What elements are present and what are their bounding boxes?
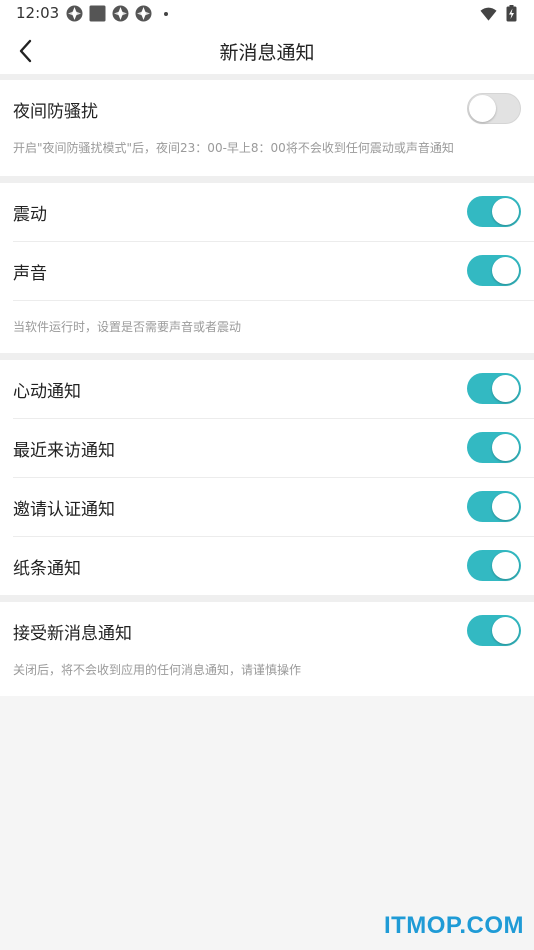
toggle-knob [492,375,519,402]
app-notification-icon [66,5,83,22]
toggle-knob [492,434,519,461]
night-mode-row: 夜间防骚扰 [13,80,534,138]
watermark-logo: ITMOP.COM [383,912,524,939]
page-title: 新消息通知 [219,42,315,64]
app-notification-icon [112,5,129,22]
sound-label: 声音 [13,264,47,284]
toggle-knob [492,617,519,644]
dot-icon [164,11,168,16]
sound-vibrate-hint: 当软件运行时，设置是否需要声音或者震动 [0,301,534,353]
night-mode-label: 夜间防骚扰 [13,102,98,122]
sound-vibrate-section: 震动 声音 当软件运行时，设置是否需要声音或者震动 [0,183,534,353]
recent-visitors-notify-row: 最近来访通知 [13,419,534,478]
note-notify-row: 纸条通知 [13,537,534,595]
heartbeat-notify-toggle[interactable] [467,373,521,404]
receive-notify-hint: 关闭后，将不会收到应用的任何消息通知，请谨慎操作 [0,660,534,696]
status-time: 12:03 [16,4,60,22]
night-mode-section: 夜间防骚扰 开启"夜间防骚扰模式"后，夜间23：00-早上8：00将不会收到任何… [0,80,534,176]
app-notification-icon [135,5,152,22]
section-divider [0,595,534,602]
invite-verify-notify-row: 邀请认证通知 [13,478,534,537]
receive-notify-toggle[interactable] [467,615,521,646]
status-bar: 12:03 [0,0,534,28]
vibrate-row: 震动 [13,183,534,242]
section-divider [0,353,534,360]
night-mode-toggle[interactable] [467,93,521,124]
heartbeat-notify-label: 心动通知 [13,382,81,402]
battery-charging-icon [503,5,520,22]
night-mode-hint: 开启"夜间防骚扰模式"后，夜间23：00-早上8：00将不会收到任何震动或声音通… [0,138,534,176]
notification-types-section: 心动通知 最近来访通知 邀请认证通知 纸条通知 [0,360,534,595]
toggle-knob [492,552,519,579]
status-notification-icons [66,5,168,22]
section-divider [0,176,534,183]
receive-notify-row: 接受新消息通知 [13,602,534,660]
note-notify-toggle[interactable] [467,550,521,581]
status-system-icons [480,5,520,22]
wifi-icon [480,5,497,22]
note-notify-label: 纸条通知 [13,559,81,579]
recent-visitors-notify-label: 最近来访通知 [13,441,115,461]
recent-visitors-notify-toggle[interactable] [467,432,521,463]
toggle-knob [492,257,519,284]
vibrate-label: 震动 [13,205,47,225]
invite-verify-notify-label: 邀请认证通知 [13,500,115,520]
invite-verify-notify-toggle[interactable] [467,491,521,522]
toggle-knob [469,95,496,122]
square-notification-icon [89,5,106,22]
receive-notify-section: 接受新消息通知 关闭后，将不会收到应用的任何消息通知，请谨慎操作 [0,602,534,696]
heartbeat-notify-row: 心动通知 [13,360,534,419]
toggle-knob [492,493,519,520]
sound-toggle[interactable] [467,255,521,286]
toggle-knob [492,198,519,225]
receive-notify-label: 接受新消息通知 [13,624,132,644]
title-bar: 新消息通知 [0,28,534,74]
vibrate-toggle[interactable] [467,196,521,227]
sound-row: 声音 [13,242,534,301]
